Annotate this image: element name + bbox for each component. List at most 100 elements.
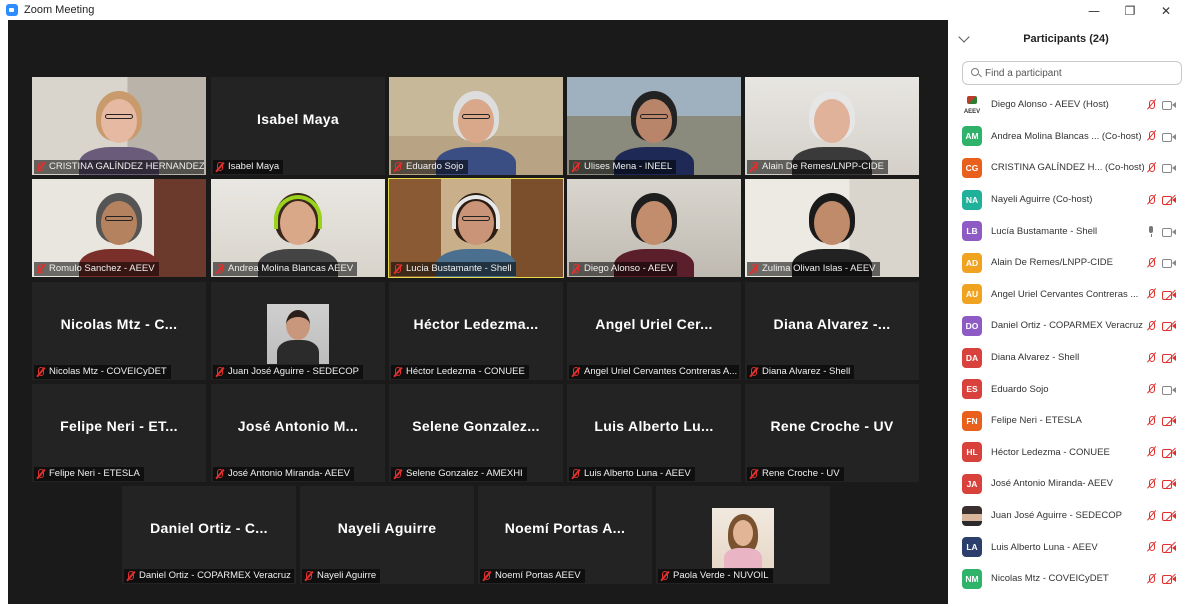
- mic-muted-icon: [660, 571, 669, 581]
- mic-muted-icon: [36, 264, 45, 274]
- mic-muted-icon[interactable]: [1146, 446, 1156, 458]
- mic-icon[interactable]: [1146, 225, 1156, 238]
- participant-name: Angel Uriel Cervantes Contreras ...: [991, 288, 1139, 300]
- chevron-down-icon[interactable]: [958, 31, 970, 43]
- video-tile[interactable]: Rene Croche - UV Rene Croche - UV: [745, 384, 919, 482]
- tile-name-label: Selene Gonzalez - AMEXHI: [391, 467, 527, 481]
- avatar: HL: [962, 442, 982, 463]
- video-tile[interactable]: Luis Alberto Lu... Luis Alberto Luna - AE…: [567, 384, 741, 482]
- video-tile[interactable]: Nayeli Aguirre Nayeli Aguirre: [300, 486, 474, 584]
- tile-name-label: Noemí Portas AEEV: [480, 569, 585, 583]
- tile-name-text: Nicolas Mtz - COVEICyDET: [49, 366, 167, 377]
- participant-row[interactable]: NM Nicolas Mtz - COVEICyDET: [948, 563, 1184, 595]
- participant-row[interactable]: ES Eduardo Sojo: [948, 373, 1184, 405]
- video-tile[interactable]: Juan José Aguirre - SEDECOP: [211, 282, 385, 380]
- mic-muted-icon[interactable]: [1146, 288, 1156, 300]
- video-icon[interactable]: [1162, 100, 1176, 111]
- video-tile[interactable]: José Antonio M... José Antonio Miranda- A…: [211, 384, 385, 482]
- video-tile[interactable]: Nicolas Mtz - C... Nicolas Mtz - COVEICyD…: [32, 282, 206, 380]
- minimize-button[interactable]: —: [1076, 0, 1112, 22]
- mic-muted-icon: [749, 264, 758, 274]
- tile-name-label: Eduardo Sojo: [391, 160, 468, 174]
- mic-muted-icon[interactable]: [1146, 541, 1156, 553]
- participant-name: Felipe Neri - ETESLA: [991, 415, 1082, 427]
- video-tile[interactable]: Felipe Neri - ET... Felipe Neri - ETESLA: [32, 384, 206, 482]
- mic-muted-icon[interactable]: [1146, 130, 1156, 142]
- mic-muted-icon[interactable]: [1146, 478, 1156, 490]
- close-button[interactable]: ✕: [1148, 0, 1184, 22]
- person-face: [814, 99, 850, 143]
- avatar: AD: [962, 252, 982, 273]
- mic-muted-icon[interactable]: [1146, 383, 1156, 395]
- video-tile[interactable]: Andrea Molina Blancas AEEV: [211, 179, 385, 277]
- glasses-icon: [105, 216, 133, 221]
- video-icon[interactable]: [1162, 227, 1176, 237]
- participants-title: Participants (24): [1023, 33, 1109, 45]
- participant-search[interactable]: [962, 61, 1182, 85]
- video-tile[interactable]: Angel Uriel Cer... Angel Uriel Cervantes …: [567, 282, 741, 380]
- video-tile[interactable]: CRISTINA GALÍNDEZ HERNANDEZ: [32, 77, 206, 175]
- video-tile[interactable]: Ulises Mena - INEEL: [567, 77, 741, 175]
- participant-row[interactable]: AEEV Diego Alonso - AEEV (Host): [948, 89, 1184, 121]
- participant-row[interactable]: NA Nayeli Aguirre (Co-host): [948, 184, 1184, 216]
- participant-name: Daniel Ortiz - COPARMEX Veracruz: [991, 320, 1143, 332]
- mic-muted-icon: [36, 162, 45, 172]
- video-tile[interactable]: Diego Alonso - AEEV: [567, 179, 741, 277]
- video-tile[interactable]: Eduardo Sojo: [389, 77, 563, 175]
- participant-row[interactable]: CG CRISTINA GALÍNDEZ H... (Co-host): [948, 152, 1184, 184]
- mic-muted-icon: [393, 264, 402, 274]
- tile-name-text: Ulises Mena - INEEL: [584, 161, 673, 172]
- mic-muted-icon[interactable]: [1146, 194, 1156, 206]
- profile-picture: [267, 304, 329, 364]
- video-icon[interactable]: [1162, 385, 1176, 395]
- mic-muted-icon[interactable]: [1146, 510, 1156, 522]
- tile-name-text: Rene Croche - UV: [762, 468, 840, 479]
- tile-name-label: Isabel Maya: [213, 160, 284, 174]
- tile-name-text: Alain De Remes/LNPP-CIDE: [762, 161, 884, 172]
- person-face: [101, 99, 137, 143]
- participant-row[interactable]: AM Andrea Molina Blancas ... (Co-host): [948, 121, 1184, 153]
- video-tile[interactable]: Daniel Ortiz - C... Daniel Ortiz - COPARM…: [122, 486, 296, 584]
- participant-row[interactable]: FN Felipe Neri - ETESLA: [948, 405, 1184, 437]
- mic-muted-icon[interactable]: [1146, 99, 1156, 111]
- mic-muted-icon[interactable]: [1146, 573, 1156, 585]
- participant-row[interactable]: LB Lucía Bustamante - Shell: [948, 215, 1184, 247]
- person-face: [101, 201, 137, 245]
- video-tile[interactable]: Héctor Ledezma... Héctor Ledezma - CONUEE: [389, 282, 563, 380]
- mic-muted-icon[interactable]: [1146, 257, 1156, 269]
- video-tile[interactable]: Zulima Olivan Islas - AEEV: [745, 179, 919, 277]
- video-tile[interactable]: Romulo Sanchez - AEEV: [32, 179, 206, 277]
- video-tile[interactable]: Diana Alvarez -... Diana Alvarez - Shell: [745, 282, 919, 380]
- tile-name-label: Romulo Sanchez - AEEV: [34, 262, 159, 276]
- participant-row[interactable]: DO Daniel Ortiz - COPARMEX Veracruz: [948, 310, 1184, 342]
- mic-muted-icon[interactable]: [1146, 415, 1156, 427]
- video-tile[interactable]: Alain De Remes/LNPP-CIDE: [745, 77, 919, 175]
- search-input[interactable]: [985, 67, 1165, 79]
- tile-name-text: Noemí Portas AEEV: [495, 570, 581, 581]
- participant-row[interactable]: AU Angel Uriel Cervantes Contreras ...: [948, 279, 1184, 311]
- video-tile[interactable]: Isabel Maya Isabel Maya: [211, 77, 385, 175]
- video-icon[interactable]: [1162, 258, 1176, 269]
- tile-name-label: Rene Croche - UV: [747, 467, 844, 481]
- video-icon[interactable]: [1162, 132, 1176, 142]
- tile-display-name: Rene Croche - UV: [770, 418, 894, 434]
- participant-row[interactable]: JA José Antonio Miranda- AEEV: [948, 468, 1184, 500]
- tile-name-label: Luis Alberto Luna - AEEV: [569, 467, 695, 481]
- participant-row[interactable]: HL Héctor Ledezma - CONUEE: [948, 437, 1184, 469]
- participant-row[interactable]: LA Luis Alberto Luna - AEEV: [948, 531, 1184, 563]
- mic-muted-icon: [215, 264, 224, 274]
- video-tile[interactable]: Paola Verde - NUVOIL: [656, 486, 830, 584]
- restore-button[interactable]: ❐: [1112, 0, 1148, 22]
- mic-muted-icon[interactable]: [1146, 320, 1156, 332]
- video-tile[interactable]: Noemí Portas A... Noemí Portas AEEV: [478, 486, 652, 584]
- avatar: NA: [962, 189, 982, 210]
- participant-row[interactable]: Juan José Aguirre - SEDECOP: [948, 500, 1184, 532]
- video-tile[interactable]: Lucia Bustamante - Shell: [388, 178, 564, 278]
- avatar: CG: [962, 157, 982, 178]
- video-tile[interactable]: Selene Gonzalez... Selene Gonzalez - AMEX…: [389, 384, 563, 482]
- video-icon[interactable]: [1162, 163, 1176, 174]
- mic-muted-icon[interactable]: [1146, 162, 1156, 174]
- participant-row[interactable]: DA Diana Alvarez - Shell: [948, 342, 1184, 374]
- mic-muted-icon[interactable]: [1146, 352, 1156, 364]
- participant-row[interactable]: AD Alain De Remes/LNPP-CIDE: [948, 247, 1184, 279]
